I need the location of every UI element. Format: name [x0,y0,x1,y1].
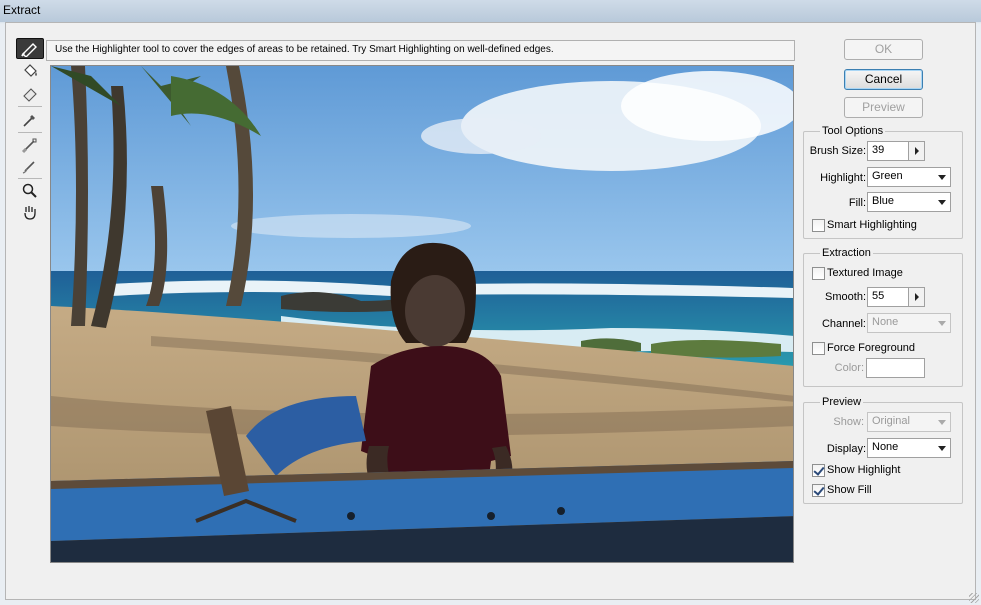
resize-grip[interactable] [969,593,979,603]
fill-tool[interactable] [16,60,44,81]
show-select[interactable]: Original [867,412,951,432]
beach-photo [51,66,793,562]
triangle-right-icon [914,147,919,155]
highlight-select[interactable]: Green [867,167,951,187]
hand-icon [24,205,36,220]
channel-value: None [872,316,899,328]
show-highlight-checkbox[interactable] [812,464,825,477]
show-value: Original [872,415,910,427]
show-label: Show: [833,416,864,428]
display-label: Display: [826,443,866,455]
smooth-label: Smooth: [825,291,866,303]
preview-button[interactable]: Preview [844,97,923,118]
fill-value: Blue [872,195,895,207]
instruction-text: Use the Highlighter tool to cover the ed… [46,40,795,61]
tool-options-legend: Tool Options [822,125,884,137]
smart-highlighting-label: Smart Highlighting [827,219,917,231]
highlighter-icon [21,42,37,57]
highlight-value: Green [872,170,903,182]
tool-separator [18,132,42,133]
edge-touchup-tool[interactable] [16,155,44,176]
show-highlight-label: Show Highlight [827,464,901,476]
show-fill-checkbox[interactable] [812,484,825,497]
show-fill-label: Show Fill [827,484,872,496]
color-swatch[interactable] [866,358,925,378]
brush-size-field[interactable]: 39 [867,141,925,161]
zoom-tool[interactable] [16,180,44,201]
chevron-down-icon [937,320,946,326]
smooth-field[interactable]: 55 [867,287,925,307]
window-title: Extract [3,3,41,17]
channel-label: Channel: [821,318,866,330]
edge-touchup-icon [22,160,35,174]
eraser-tool[interactable] [16,82,44,103]
eraser-icon [23,87,37,102]
brush-size-label: Brush Size: [809,145,866,157]
textured-image-checkbox[interactable] [812,267,825,280]
brush-size-value: 39 [872,144,885,156]
smart-highlighting-checkbox[interactable] [812,219,825,232]
ok-button[interactable]: OK [844,39,923,60]
chevron-down-icon [937,419,946,425]
cleanup-tool[interactable] [16,134,44,155]
triangle-right-icon [914,293,919,301]
textured-image-label: Textured Image [827,267,903,279]
chevron-down-icon [937,445,946,451]
edge-highlighter-tool[interactable] [16,38,44,59]
smooth-value: 55 [872,290,885,302]
eyedropper-icon [23,114,35,127]
paint-bucket-icon [24,63,37,77]
tool-separator [18,106,42,107]
force-foreground-checkbox[interactable] [812,342,825,355]
highlight-label: Highlight: [820,172,866,184]
extraction-legend: Extraction [822,247,871,259]
brush-size-slider-button[interactable] [908,142,924,160]
show-dropdown-button[interactable] [933,413,950,431]
magnifier-icon [22,183,37,198]
preview-legend: Preview [822,396,862,408]
fill-label: Fill: [848,197,866,209]
tool-separator [18,178,42,179]
eyedropper-tool[interactable] [16,109,44,130]
channel-select[interactable]: None [867,313,951,333]
highlight-dropdown-button[interactable] [933,168,950,186]
display-value: None [872,441,899,453]
fill-select[interactable]: Blue [867,192,951,212]
fill-dropdown-button[interactable] [933,193,950,211]
hand-tool[interactable] [16,201,44,222]
cancel-button[interactable]: Cancel [844,69,923,90]
force-foreground-label: Force Foreground [827,342,916,354]
color-label: Color: [834,362,864,374]
channel-dropdown-button[interactable] [933,314,950,332]
chevron-down-icon [937,199,946,205]
smooth-slider-button[interactable] [908,288,924,306]
chevron-down-icon [937,174,946,180]
title-bar[interactable]: Extract [0,0,981,22]
cleanup-brush-icon [21,138,37,153]
extract-dialog: Extract Use the Highlighter tool to cove… [0,0,981,605]
preview-canvas[interactable] [50,65,794,563]
display-select[interactable]: None [867,438,951,458]
display-dropdown-button[interactable] [933,439,950,457]
